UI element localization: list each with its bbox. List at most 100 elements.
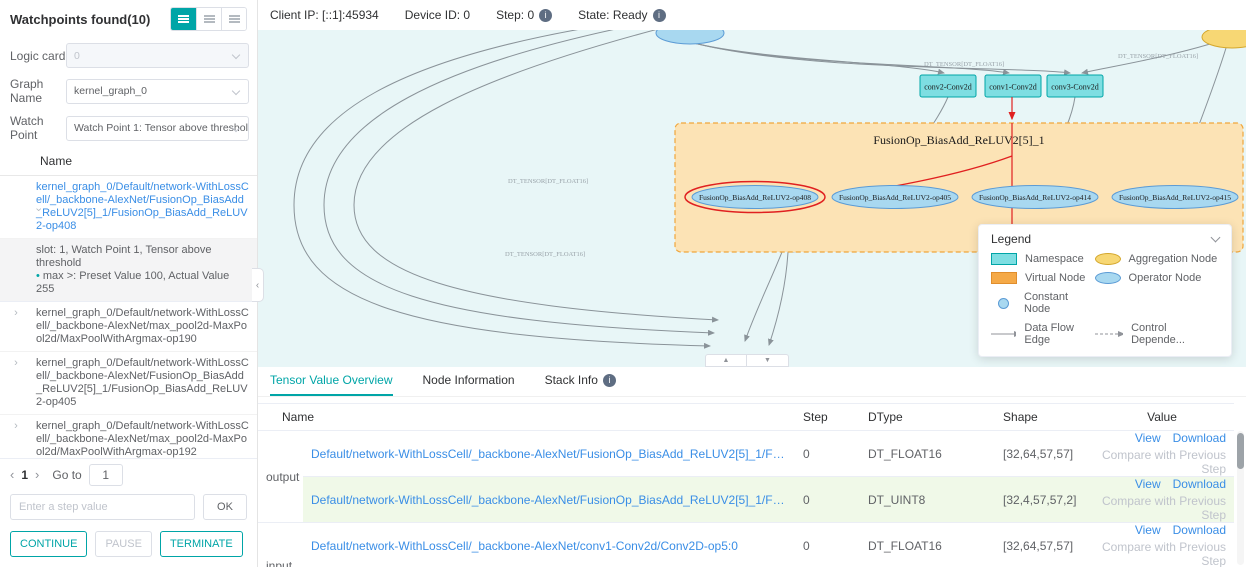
column-header-step: Step [795, 404, 860, 431]
edge-label: DT_TENSOR[DT_FLOAT16] [924, 61, 1004, 68]
state-indicator: State: Readyi [578, 8, 665, 22]
tensor-name-link[interactable]: Default/network-WithLossCell/_backbone-A… [311, 539, 787, 553]
list-item[interactable]: › kernel_graph_0/Default/network-WithLos… [0, 415, 257, 458]
data-flow-arrow-icon [991, 329, 1016, 339]
main-panel: Client IP: [::1]:45934 Device ID: 0 Step… [258, 0, 1246, 567]
goto-page-input[interactable] [89, 464, 123, 486]
edge-label: DT_TENSOR[DT_FLOAT16] [1118, 53, 1198, 60]
logic-card-field: Logic card 0 [10, 43, 249, 68]
computation-graph-canvas[interactable]: DT_TENSOR[DT_FLOAT16] DT_TENSOR[DT_FLOAT… [258, 30, 1246, 367]
slot-values: •max >: Preset Value 100, Actual Value 2… [36, 270, 249, 296]
step-value-input[interactable] [10, 494, 195, 520]
watch-point-field: Watch Point Watch Point 1: Tensor above … [10, 114, 249, 142]
continue-button[interactable]: CONTINUE [10, 531, 87, 557]
view-link[interactable]: View [1135, 477, 1161, 491]
info-icon[interactable]: i [653, 9, 666, 22]
prev-page-button[interactable]: ‹ [10, 469, 14, 481]
column-header-dtype: DType [860, 404, 995, 431]
grid-view-button[interactable] [221, 8, 246, 30]
bullet-icon: • [36, 270, 40, 282]
list-item[interactable]: › kernel_graph_0/Default/network-WithLos… [0, 176, 257, 239]
edge-label: DT_TENSOR[DT_FLOAT16] [508, 178, 588, 185]
chevron-right-icon[interactable]: › [10, 357, 22, 409]
graph-legend: Legend Namespace Aggregation Node Virtua… [978, 224, 1232, 357]
io-group-input: input [258, 523, 303, 567]
operator-node-label: FusionOp_BiasAdd_ReLUV2-op408 [699, 193, 811, 202]
legend-item-empty [1095, 291, 1219, 315]
next-page-button[interactable]: › [35, 469, 39, 481]
value-cell: View Download Compare with Previous Step [1090, 523, 1234, 567]
node-name[interactable]: kernel_graph_0/Default/network-WithLossC… [36, 307, 249, 346]
table-scrollbar[interactable] [1237, 431, 1244, 565]
goto-label: Go to [52, 468, 81, 482]
shape-cell: [32,4,57,57,2] [995, 477, 1090, 523]
pan-down-button[interactable]: ▼ [747, 354, 789, 367]
compare-previous-step-link[interactable]: Compare with Previous Step [1098, 494, 1226, 522]
menu-icon [204, 15, 215, 23]
page-number[interactable]: 1 [21, 468, 28, 482]
ok-button[interactable]: OK [203, 494, 247, 520]
watchpoints-sidebar: Watchpoints found(10) Logic card 0 Graph… [0, 0, 258, 567]
value-cell: View Download Compare with Previous Step [1090, 477, 1234, 523]
tab-stack-info[interactable]: Stack Infoi [545, 373, 616, 396]
io-group-output: output [258, 431, 303, 523]
tree-view-button[interactable] [196, 8, 221, 30]
column-header-value: Value [1090, 404, 1234, 431]
legend-item-aggregation: Aggregation Node [1095, 253, 1219, 265]
control-dependency-arrow-icon [1095, 329, 1124, 339]
tensor-name-link[interactable]: Default/network-WithLossCell/_backbone-A… [311, 447, 787, 461]
watch-point-select[interactable]: Watch Point 1: Tensor above threshold [66, 116, 249, 141]
namespace-node-label: conv1-Conv2d [989, 83, 1037, 92]
terminate-button[interactable]: TERMINATE [160, 531, 243, 557]
slot-condition: slot: 1, Watch Point 1, Tensor above thr… [36, 244, 249, 270]
list-item[interactable]: › kernel_graph_0/Default/network-WithLos… [0, 352, 257, 415]
namespace-node-label: conv2-Conv2d [924, 83, 972, 92]
tab-node-information[interactable]: Node Information [423, 373, 515, 396]
chevron-down-icon[interactable] [1211, 233, 1221, 243]
node-name-link[interactable]: kernel_graph_0/Default/network-WithLossC… [36, 181, 249, 233]
operator-node-label: FusionOp_BiasAdd_ReLUV2-op414 [979, 193, 1091, 202]
list-view-button[interactable] [171, 8, 196, 30]
scrollbar-thumb[interactable] [1237, 433, 1244, 469]
operator-node-label: FusionOp_BiasAdd_ReLUV2-op405 [839, 193, 951, 202]
status-bar: Client IP: [::1]:45934 Device ID: 0 Step… [258, 0, 1246, 30]
node-name[interactable]: kernel_graph_0/Default/network-WithLossC… [36, 420, 249, 458]
legend-item-namespace: Namespace [991, 253, 1091, 265]
graph-name-select[interactable]: kernel_graph_0 [66, 79, 249, 104]
chevron-right-icon[interactable]: › [10, 420, 22, 458]
compare-previous-step-link[interactable]: Compare with Previous Step [1098, 448, 1226, 476]
list-icon [178, 15, 189, 23]
download-link[interactable]: Download [1173, 477, 1226, 491]
list-header-name: Name [0, 146, 257, 176]
step-form: OK [0, 491, 257, 523]
info-icon[interactable]: i [603, 374, 616, 387]
download-link[interactable]: Download [1173, 523, 1226, 537]
bottom-tabs: Tensor Value Overview Node Information S… [258, 367, 1246, 397]
dtype-cell: DT_UINT8 [860, 477, 995, 523]
logic-card-value: 0 [74, 50, 80, 62]
shape-cell: [32,64,57,57] [995, 523, 1090, 567]
watch-point-value: Watch Point 1: Tensor above threshold [74, 122, 249, 134]
tab-tensor-value-overview[interactable]: Tensor Value Overview [270, 373, 393, 396]
pause-button[interactable]: PAUSE [95, 531, 151, 557]
table-row: input Default/network-WithLossCell/_back… [258, 523, 1234, 567]
chevron-down-icon [232, 86, 240, 94]
compare-previous-step-link[interactable]: Compare with Previous Step [1098, 540, 1226, 567]
logic-card-label: Logic card [10, 49, 66, 63]
download-link[interactable]: Download [1173, 431, 1226, 445]
logic-card-select[interactable]: 0 [66, 43, 249, 68]
chevron-right-icon[interactable]: › [10, 307, 22, 346]
sidebar-collapse-handle[interactable]: ‹ [252, 268, 264, 302]
pan-up-button[interactable]: ▲ [705, 354, 747, 367]
operator-node-label: FusionOp_BiasAdd_ReLUV2-op415 [1119, 193, 1231, 202]
legend-item-constant: Constant Node [991, 291, 1091, 315]
chevron-down-icon[interactable]: › [0, 204, 45, 216]
list-item[interactable]: › kernel_graph_0/Default/network-WithLos… [0, 302, 257, 352]
aggregation-node-partial[interactable] [1202, 30, 1246, 48]
view-link[interactable]: View [1135, 523, 1161, 537]
tensor-name-link[interactable]: Default/network-WithLossCell/_backbone-A… [311, 493, 787, 507]
operator-node-partial[interactable] [656, 30, 724, 44]
view-link[interactable]: View [1135, 431, 1161, 445]
info-icon[interactable]: i [539, 9, 552, 22]
node-name[interactable]: kernel_graph_0/Default/network-WithLossC… [36, 357, 249, 409]
